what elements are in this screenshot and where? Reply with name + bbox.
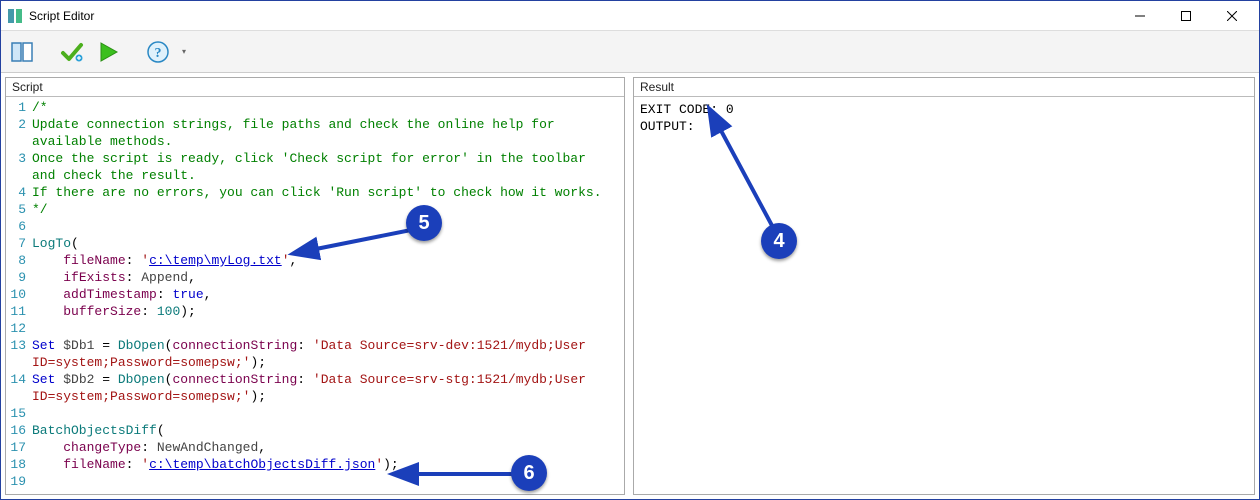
code-line[interactable]: 1/* (6, 99, 624, 116)
line-number: 11 (6, 303, 32, 320)
code-line[interactable]: 10 addTimestamp: true, (6, 286, 624, 303)
code-line[interactable]: 12 (6, 320, 624, 337)
code-line[interactable]: 8 fileName: 'c:\temp\myLog.txt', (6, 252, 624, 269)
code-content[interactable] (32, 405, 624, 422)
code-content[interactable]: If there are no errors, you can click 'R… (32, 184, 624, 201)
line-number: 3 (6, 150, 32, 184)
code-content[interactable]: LogTo( (32, 235, 624, 252)
code-content[interactable]: Set $Db2 = DbOpen(connectionString: 'Dat… (32, 371, 624, 405)
code-content[interactable]: fileName: 'c:\temp\batchObjectsDiff.json… (32, 456, 624, 473)
code-content[interactable]: fileName: 'c:\temp\myLog.txt', (32, 252, 624, 269)
code-content[interactable] (32, 218, 624, 235)
window-controls (1117, 1, 1255, 31)
line-number: 15 (6, 405, 32, 422)
script-panel: Script 1/*2Update connection strings, fi… (5, 77, 625, 495)
code-line[interactable]: 15 (6, 405, 624, 422)
line-number: 9 (6, 269, 32, 286)
code-line[interactable]: 18 fileName: 'c:\temp\batchObjectsDiff.j… (6, 456, 624, 473)
code-line[interactable]: 11 bufferSize: 100); (6, 303, 624, 320)
title-bar: Script Editor (1, 1, 1259, 31)
code-line[interactable]: 16BatchObjectsDiff( (6, 422, 624, 439)
check-script-button[interactable] (57, 37, 87, 67)
code-content[interactable]: bufferSize: 100); (32, 303, 624, 320)
script-panel-title: Script (6, 78, 624, 96)
result-panel: Result EXIT CODE: 0 OUTPUT: (633, 77, 1255, 495)
code-content[interactable]: Update connection strings, file paths an… (32, 116, 624, 150)
line-number: 12 (6, 320, 32, 337)
line-number: 14 (6, 371, 32, 405)
code-line[interactable]: 9 ifExists: Append, (6, 269, 624, 286)
line-number: 16 (6, 422, 32, 439)
line-number: 19 (6, 473, 32, 490)
code-line[interactable]: 5*/ (6, 201, 624, 218)
result-panel-title: Result (634, 78, 1254, 96)
code-content[interactable]: */ (32, 201, 624, 218)
toggle-panel-button[interactable] (7, 37, 37, 67)
maximize-button[interactable] (1163, 1, 1209, 31)
code-line[interactable]: 3Once the script is ready, click 'Check … (6, 150, 624, 184)
script-editor[interactable]: 1/*2Update connection strings, file path… (6, 96, 624, 494)
line-number: 10 (6, 286, 32, 303)
line-number: 8 (6, 252, 32, 269)
line-number: 5 (6, 201, 32, 218)
code-line[interactable]: 19 (6, 473, 624, 490)
code-line[interactable]: 7LogTo( (6, 235, 624, 252)
line-number: 7 (6, 235, 32, 252)
run-script-button[interactable] (93, 37, 123, 67)
code-content[interactable]: /* (32, 99, 624, 116)
code-line[interactable]: 13Set $Db1 = DbOpen(connectionString: 'D… (6, 337, 624, 371)
code-content[interactable]: BatchObjectsDiff( (32, 422, 624, 439)
line-number: 4 (6, 184, 32, 201)
code-content[interactable]: Once the script is ready, click 'Check s… (32, 150, 624, 184)
code-line[interactable]: 6 (6, 218, 624, 235)
code-content[interactable]: Set $Db1 = DbOpen(connectionString: 'Dat… (32, 337, 624, 371)
window-title: Script Editor (29, 9, 1117, 23)
toolbar-overflow[interactable]: ▾ (179, 37, 189, 67)
line-number: 18 (6, 456, 32, 473)
code-line[interactable]: 17 changeType: NewAndChanged, (6, 439, 624, 456)
help-button[interactable]: ? (143, 37, 173, 67)
code-line[interactable]: 2Update connection strings, file paths a… (6, 116, 624, 150)
line-number: 2 (6, 116, 32, 150)
content-area: Script 1/*2Update connection strings, fi… (1, 73, 1259, 499)
svg-text:?: ? (155, 46, 162, 61)
minimize-button[interactable] (1117, 1, 1163, 31)
code-content[interactable]: ifExists: Append, (32, 269, 624, 286)
toolbar: ? ▾ (1, 31, 1259, 73)
line-number: 13 (6, 337, 32, 371)
code-content[interactable]: addTimestamp: true, (32, 286, 624, 303)
code-content[interactable]: changeType: NewAndChanged, (32, 439, 624, 456)
app-icon (7, 8, 23, 24)
code-line[interactable]: 4If there are no errors, you can click '… (6, 184, 624, 201)
line-number: 1 (6, 99, 32, 116)
code-content[interactable] (32, 473, 624, 490)
result-output: EXIT CODE: 0 OUTPUT: (634, 96, 1254, 494)
line-number: 17 (6, 439, 32, 456)
line-number: 6 (6, 218, 32, 235)
code-content[interactable] (32, 320, 624, 337)
close-button[interactable] (1209, 1, 1255, 31)
code-line[interactable]: 14Set $Db2 = DbOpen(connectionString: 'D… (6, 371, 624, 405)
